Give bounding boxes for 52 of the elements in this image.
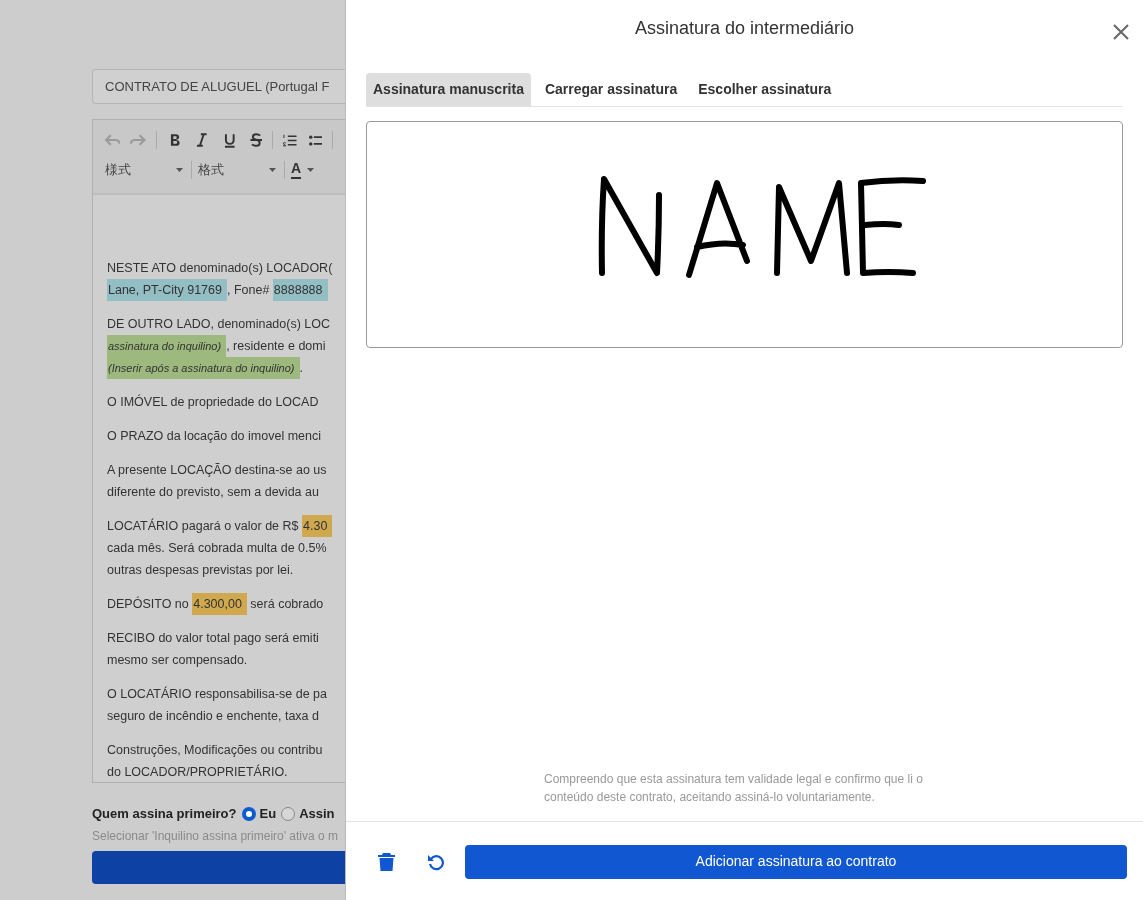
bullet-list-icon[interactable] [308, 133, 323, 147]
strikethrough-icon[interactable] [249, 133, 263, 147]
format-dropdown[interactable]: 格式 [198, 160, 278, 180]
merge-field: 4.300,00 [192, 593, 247, 615]
underline-icon[interactable] [223, 132, 236, 148]
caret-icon[interactable] [307, 168, 315, 172]
hint-text: Selecionar 'Inquilino assina primeiro' ativa o m [92, 827, 340, 845]
bold-icon[interactable] [168, 133, 181, 147]
contract-text: , residente e domi [226, 337, 326, 355]
add-signature-button[interactable]: Adicionar assinatura ao contrato [465, 844, 1127, 879]
contract-text: cada mês. Será cobrada multa de 0.5% [107, 539, 327, 557]
style-dropdown[interactable]: 様式 [105, 160, 185, 180]
merge-field: 8888888 [272, 279, 328, 301]
contract-text: NESTE ATO denominado(s) LOCADOR( [107, 259, 333, 277]
contract-text: RECIBO do valor total pago será emiti [107, 629, 319, 647]
trash-icon[interactable] [378, 852, 395, 871]
contract-text: será cobrado [249, 595, 324, 613]
numbered-list-icon[interactable] [283, 133, 297, 147]
contract-text: outras despesas previstas por lei. [107, 561, 294, 579]
radio-option[interactable]: Assin [281, 804, 335, 824]
reset-icon[interactable] [427, 852, 445, 871]
text-color-button[interactable]: A [291, 161, 302, 179]
contract-text: seguro de incêndio e enchente, taxa d [107, 707, 319, 725]
contract-text: DE OUTRO LADO, denominado(s) LOC [107, 315, 330, 333]
italic-icon[interactable] [196, 133, 208, 147]
contract-text: DEPÓSITO no [107, 595, 190, 613]
primary-button[interactable] [92, 850, 345, 884]
disclaimer-text: Compreendo que esta assinatura tem validade legal e confirmo que li o conteúdo deste contrato, aceitando assiná-lo voluntariamente. [544, 771, 924, 806]
contract-text: O IMÓVEL de propriedade do LOCAD [107, 393, 319, 411]
contract-text: diferente do previsto, sem a devida au [107, 483, 319, 501]
contract-text: . [299, 359, 303, 377]
caret-icon[interactable] [176, 168, 183, 172]
merge-field: Lane, PT-City 91769 [107, 279, 227, 301]
merge-field: assinatura do inquilino) [107, 335, 227, 357]
close-icon[interactable] [1113, 24, 1129, 40]
merge-field: (Inserir após a assinatura do inquilino) [107, 357, 300, 379]
title-field[interactable]: CONTRATO DE ALUGUEL (Portugal F [92, 69, 345, 104]
question-label: Quem assina primeiro? [92, 805, 237, 823]
contract-text: mesmo ser compensado. [107, 651, 248, 669]
merge-field: 4.30 [302, 515, 333, 537]
signature-tab[interactable]: Assinatura manuscrita [366, 73, 531, 106]
contract-text: , Fone# [226, 281, 271, 299]
caret-icon[interactable] [269, 168, 276, 172]
dialog-title: Assinatura do intermediário [634, 17, 855, 40]
contract-text: LOCATÁRIO pagará o valor de R$ [107, 517, 300, 535]
radio-option[interactable]: Eu [241, 804, 277, 824]
contract-text: O LOCATÁRIO responsabilisa-se de pa [107, 685, 327, 703]
contract-text: Construções, Modificações ou contribu [107, 741, 323, 759]
contract-text: do LOCADOR/PROPRIETÁRIO. [107, 763, 288, 781]
signature-pad[interactable] [366, 121, 1123, 348]
contract-text: O PRAZO da locação do imovel menci [107, 427, 321, 445]
contract-text: A presente LOCAÇÃO destina-se ao us [107, 461, 327, 479]
